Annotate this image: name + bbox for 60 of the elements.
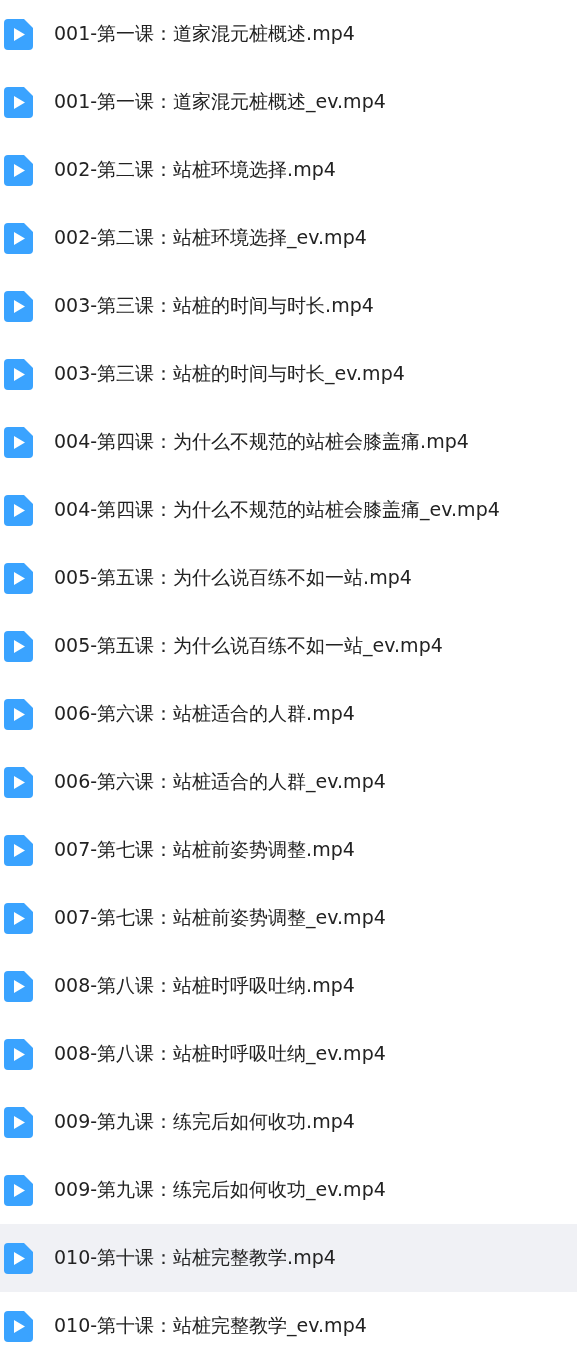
file-name: 004-第四课：为什么不规范的站桩会膝盖痛_ev.mp4 — [54, 497, 500, 523]
file-row[interactable]: 003-第三课：站桩的时间与时长_ev.mp4 — [0, 340, 577, 408]
file-name: 001-第一课：道家混元桩概述.mp4 — [54, 21, 355, 46]
file-row[interactable]: 005-第五课：为什么说百练不如一站.mp4 — [0, 544, 577, 612]
video-file-icon — [4, 698, 33, 730]
video-file-icon — [4, 1106, 33, 1138]
video-file-icon — [4, 1310, 33, 1342]
file-row[interactable]: 008-第八课：站桩时呼吸吐纳_ev.mp4 — [0, 1020, 577, 1088]
video-file-icon — [4, 1038, 33, 1070]
file-row[interactable]: 008-第八课：站桩时呼吸吐纳.mp4 — [0, 952, 577, 1020]
file-name: 002-第二课：站桩环境选择.mp4 — [54, 157, 336, 182]
file-name: 007-第七课：站桩前姿势调整.mp4 — [54, 837, 355, 862]
file-row[interactable]: 006-第六课：站桩适合的人群.mp4 — [0, 680, 577, 748]
video-file-icon — [4, 426, 33, 458]
video-file-icon — [4, 970, 33, 1002]
file-name: 004-第四课：为什么不规范的站桩会膝盖痛.mp4 — [54, 429, 469, 454]
file-row[interactable]: 010-第十课：站桩完整教学_ev.mp4 — [0, 1292, 577, 1360]
file-row[interactable]: 007-第七课：站桩前姿势调整.mp4 — [0, 816, 577, 884]
video-file-icon — [4, 290, 33, 322]
file-name: 006-第六课：站桩适合的人群_ev.mp4 — [54, 769, 386, 795]
file-name: 009-第九课：练完后如何收功.mp4 — [54, 1109, 355, 1134]
file-row[interactable]: 002-第二课：站桩环境选择.mp4 — [0, 136, 577, 204]
video-file-icon — [4, 222, 33, 254]
video-file-icon — [4, 18, 33, 50]
file-row[interactable]: 004-第四课：为什么不规范的站桩会膝盖痛.mp4 — [0, 408, 577, 476]
file-row[interactable]: 004-第四课：为什么不规范的站桩会膝盖痛_ev.mp4 — [0, 476, 577, 544]
video-file-icon — [4, 630, 33, 662]
file-name: 003-第三课：站桩的时间与时长.mp4 — [54, 293, 374, 318]
file-row[interactable]: 010-第十课：站桩完整教学.mp4 — [0, 1224, 577, 1292]
video-file-icon — [4, 1242, 33, 1274]
video-file-icon — [4, 766, 33, 798]
video-file-icon — [4, 494, 33, 526]
file-name: 003-第三课：站桩的时间与时长_ev.mp4 — [54, 361, 405, 387]
video-file-icon — [4, 358, 33, 390]
video-file-icon — [4, 86, 33, 118]
video-file-icon — [4, 154, 33, 186]
file-row[interactable]: 001-第一课：道家混元桩概述_ev.mp4 — [0, 68, 577, 136]
file-name: 007-第七课：站桩前姿势调整_ev.mp4 — [54, 905, 386, 931]
video-file-icon — [4, 1174, 33, 1206]
file-name: 008-第八课：站桩时呼吸吐纳.mp4 — [54, 973, 355, 998]
file-name: 010-第十课：站桩完整教学_ev.mp4 — [54, 1313, 367, 1339]
file-name: 001-第一课：道家混元桩概述_ev.mp4 — [54, 89, 386, 115]
file-name: 010-第十课：站桩完整教学.mp4 — [54, 1245, 336, 1270]
file-name: 005-第五课：为什么说百练不如一站_ev.mp4 — [54, 633, 443, 659]
video-file-icon — [4, 562, 33, 594]
file-row[interactable]: 009-第九课：练完后如何收功_ev.mp4 — [0, 1156, 577, 1224]
video-file-icon — [4, 902, 33, 934]
file-row[interactable]: 001-第一课：道家混元桩概述.mp4 — [0, 0, 577, 68]
file-name: 006-第六课：站桩适合的人群.mp4 — [54, 701, 355, 726]
file-name: 008-第八课：站桩时呼吸吐纳_ev.mp4 — [54, 1041, 386, 1067]
file-row[interactable]: 005-第五课：为什么说百练不如一站_ev.mp4 — [0, 612, 577, 680]
file-name: 005-第五课：为什么说百练不如一站.mp4 — [54, 565, 412, 590]
file-row[interactable]: 009-第九课：练完后如何收功.mp4 — [0, 1088, 577, 1156]
file-row[interactable]: 006-第六课：站桩适合的人群_ev.mp4 — [0, 748, 577, 816]
file-name: 002-第二课：站桩环境选择_ev.mp4 — [54, 225, 367, 251]
file-row[interactable]: 002-第二课：站桩环境选择_ev.mp4 — [0, 204, 577, 272]
video-file-icon — [4, 834, 33, 866]
file-row[interactable]: 007-第七课：站桩前姿势调整_ev.mp4 — [0, 884, 577, 952]
file-row[interactable]: 003-第三课：站桩的时间与时长.mp4 — [0, 272, 577, 340]
file-name: 009-第九课：练完后如何收功_ev.mp4 — [54, 1177, 386, 1203]
